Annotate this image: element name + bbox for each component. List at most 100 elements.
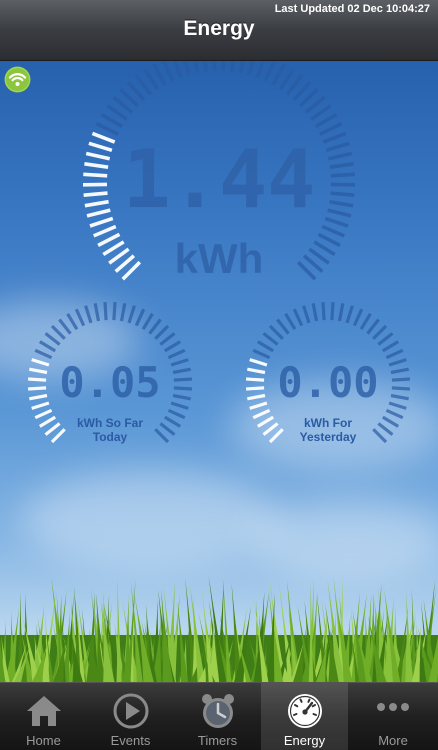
main-gauge-tick [317,232,341,248]
navigation-bar: Last Updated 02 Dec 10:04:27 Energy [0,0,438,61]
main-gauge-tick [330,191,355,197]
yesterday-gauge-tick [381,415,400,428]
today-gauge-tick [44,332,61,346]
main-gauge-tick [329,199,354,208]
today-gauge-tick [31,401,50,410]
wifi-icon[interactable] [4,66,31,93]
today-gauge-tick [58,318,72,335]
yesterday-energy-gauge: 0.00 kWh For Yesterday [246,302,410,444]
tab-home-label: Home [26,733,61,748]
main-gauge-tick [324,216,349,228]
yesterday-gauge-label-2: Yesterday [300,430,357,444]
today-gauge-tick [34,348,53,360]
today-gauge-tick [29,393,48,401]
main-gauge-tick [95,122,119,136]
today-gauge-tick [50,324,66,340]
today-gauge-tick [170,401,189,410]
main-gauge-tick [151,62,167,86]
tab-events[interactable]: Events [87,683,174,750]
main-gauge-tick [319,122,343,136]
main-gauge-tick [84,199,109,208]
alarm-clock-icon [201,694,234,728]
yesterday-gauge-tick [247,393,266,401]
today-gauge-tick [172,367,191,375]
today-gauge-value: 0.05 [59,358,160,407]
tab-timers[interactable]: Timers [174,683,261,750]
today-gauge-tick [141,312,154,331]
tab-home[interactable]: Home [0,683,87,750]
today-gauge-tick [154,428,170,444]
main-gauge-tick [85,151,111,161]
today-gauge-tick [173,377,192,382]
today-gauge-label-2: Today [93,430,128,444]
main-gauge-tick [84,162,109,169]
yesterday-gauge-tick [256,415,275,428]
today-gauge-tick [28,377,47,382]
main-gauge-tick [327,208,352,218]
main-gauge-unit: kWh [175,235,264,282]
today-gauge-tick [159,422,176,436]
today-gauge-tick [50,428,66,444]
yesterday-gauge-tick [268,428,284,444]
main-gauge-tick [83,191,108,197]
yesterday-gauge-tick [262,422,279,436]
today-gauge-tick [103,302,108,321]
tab-more-label: More [378,733,408,748]
yesterday-gauge-tick [366,318,380,335]
main-gauge-tick [92,224,117,238]
main-gauge-tick [100,112,124,129]
main-gauge-tick [313,240,336,257]
yesterday-gauge-tick [390,393,409,401]
main-gauge-tick [327,151,353,161]
today-gauge-tick [34,408,53,420]
yesterday-gauge-tick [321,302,326,321]
main-gauge-tick [271,62,287,86]
main-gauge-tick [263,58,277,82]
today-gauge-tick [44,422,61,436]
yesterday-gauge-tick [377,422,394,436]
today-gauge-tick [93,303,101,322]
yesterday-gauge-tick [390,367,409,375]
yesterday-gauge-tick [345,305,354,324]
today-gauge-tick [38,340,57,353]
main-gauge-tick [86,208,111,218]
tab-energy[interactable]: Energy [261,683,348,750]
main-gauge-tick [330,172,355,178]
today-gauge-tick [84,305,93,324]
main-gauge-tick [314,112,338,129]
today-gauge-tick [154,324,170,340]
today-gauge-tick [163,340,182,353]
yesterday-gauge-tick [381,340,400,353]
yesterday-gauge-tick [246,386,265,391]
today-gauge-tick [29,367,48,375]
yesterday-gauge-tick [256,340,275,353]
yesterday-gauge-tick [352,308,364,327]
yesterday-gauge-tick [330,302,335,321]
yesterday-gauge-tick [262,332,279,346]
yesterday-gauge-tick [311,303,319,322]
today-gauge-tick [163,415,182,428]
gauges-layer: 1.44 kWh 0.05 kWh So Far Today 0.00 kWh … [28,47,410,444]
today-gauge-tick [172,393,191,401]
today-gauge-tick [127,305,136,324]
yesterday-gauge-tick [249,401,268,410]
more-icon [377,703,409,711]
yesterday-gauge-tick [252,408,271,420]
tab-bar: Home Events Timers Energy More [0,682,438,750]
yesterday-gauge-tick [302,305,311,324]
page-title: Energy [183,17,255,40]
yesterday-gauge-tick [377,332,394,346]
yesterday-gauge-tick [391,377,410,382]
main-gauge-tick [102,240,125,257]
last-updated-label: Last Updated 02 Dec 10:04:27 [274,3,430,15]
speedometer-icon [287,694,322,728]
yesterday-gauge-tick [337,303,345,322]
tab-energy-label: Energy [283,733,326,748]
yesterday-gauge-tick [246,377,265,382]
yesterday-gauge-tick [359,312,372,331]
energy-screen: 1.44 kWh 0.05 kWh So Far Today 0.00 kWh … [0,0,438,750]
main-gauge-tick [88,141,113,153]
tab-more[interactable]: More [348,683,438,750]
yesterday-gauge-label: kWh For [304,416,352,430]
main-gauge-tick [83,172,108,178]
